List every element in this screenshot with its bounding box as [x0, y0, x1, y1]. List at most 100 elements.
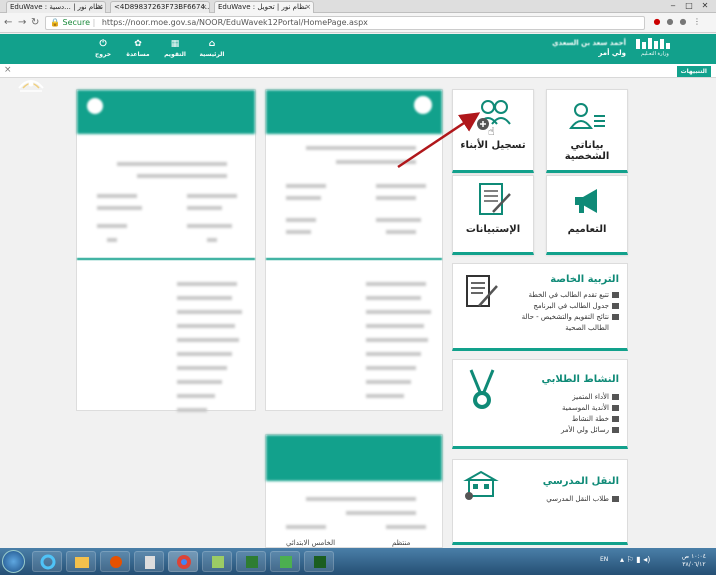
maximize-icon[interactable]: □ [682, 1, 696, 11]
group-icon [612, 496, 619, 502]
tab-title: EduWave : نظام نور | تحويل [218, 3, 307, 11]
nav-home[interactable]: ⌂ الرئيسية [195, 39, 229, 58]
list-item[interactable]: الأداء المتميز [561, 392, 619, 403]
address-bar: ← → ↻ 🔒 Secure | https://noor.moe.gov.sa… [0, 13, 716, 33]
trophy-icon [612, 394, 619, 400]
close-icon[interactable]: × [201, 2, 207, 13]
clock-time: ١٠:٠٤ ص [681, 553, 706, 560]
close-window-icon[interactable]: ✕ [698, 1, 712, 11]
browser-tab-active[interactable]: EduWave : نظام نور | تحويل × [214, 1, 314, 13]
panel-special-education: التربية الخاصة تتبع تقدم الطالب في الخطة… [452, 263, 628, 351]
user-name: أحمد سعد بن السعدي [552, 39, 626, 47]
extension-icon[interactable]: ● [678, 17, 688, 27]
panel-title: النقل المدرسي [542, 476, 619, 487]
camtasia-icon[interactable] [236, 551, 266, 572]
user-info[interactable]: أحمد سعد بن السعدي ولي أمر [526, 39, 626, 57]
tab-title: EduWave : نظام نور | ...دسية [10, 3, 103, 11]
close-icon[interactable]: × [97, 2, 103, 13]
tray-icons[interactable]: ▴ ⚐ ▮ ◂) [620, 555, 650, 564]
megaphone-icon [571, 186, 605, 216]
home-icon: ⌂ [208, 39, 216, 49]
ie-icon[interactable] [32, 551, 62, 572]
list-item[interactable]: تتبع تقدم الطالب في الخطة [522, 290, 619, 301]
folder-icon[interactable] [66, 551, 96, 572]
reload-icon[interactable]: ↻ [31, 17, 39, 28]
user-role: ولي أمر [598, 49, 626, 57]
url-input[interactable]: 🔒 Secure | https://noor.moe.gov.sa/NOOR/… [45, 16, 645, 30]
chart-icon [612, 314, 619, 320]
tile-label: التعاميم [567, 224, 607, 235]
group-icon [612, 405, 619, 411]
student-status: منتظم [392, 539, 411, 547]
school-bus-icon [463, 470, 499, 502]
ministry-logo: وزارة التعـليم [632, 37, 678, 59]
nav-label: التقويم [164, 51, 186, 58]
document-pen-icon [465, 274, 499, 310]
student-card-header [77, 90, 255, 134]
list-item[interactable]: خطة النشاط [561, 414, 619, 425]
url-text: https://noor.moe.gov.sa/NOOR/EduWavek12P… [101, 18, 368, 27]
notifications-label[interactable]: التنبيهات [676, 66, 711, 77]
nav-help[interactable]: ✿ مساعدة [121, 39, 155, 58]
camtasia-icon[interactable] [304, 551, 334, 572]
list-item[interactable]: نتائج التقويم والتشخيص - حالة [522, 312, 619, 323]
calendar-icon: ▦ [170, 39, 180, 49]
app-icon[interactable] [202, 551, 232, 572]
app-icon[interactable] [270, 551, 300, 572]
help-icon: ✿ [134, 39, 142, 49]
browser-tab[interactable]: EduWave : نظام نور | ...دسية × [6, 1, 106, 13]
lock-icon: 🔒 [50, 18, 60, 27]
tile-surveys[interactable]: الإستبيانات [452, 175, 534, 255]
panel-school-transport: النقل المدرسي طلاب النقل المدرسي [452, 459, 628, 545]
main-content: بياناتي الشخصية تسجيل الأبناء التعاميم ا… [0, 79, 716, 548]
nav-label: خروج [94, 51, 112, 58]
panel-list: تتبع تقدم الطالب في الخطة جدول الطالب في… [522, 290, 619, 334]
browser-tab-bar: EduWave : نظام نور | ...دسية × <4D8983726… [0, 0, 716, 13]
close-icon[interactable]: × [305, 2, 311, 13]
person-id-icon [569, 100, 607, 132]
close-icon[interactable]: × [4, 65, 12, 75]
envelope-icon [612, 427, 619, 433]
minimize-icon[interactable]: ‒ [666, 1, 680, 11]
panel-title: النشاط الطلابي [541, 374, 619, 385]
student-card [76, 89, 256, 412]
panel-list: طلاب النقل المدرسي [546, 494, 619, 505]
panel-list: الأداء المتميز الأندية الموسمية خطة النش… [561, 392, 619, 436]
list-item[interactable]: الطالب الصحية [522, 323, 619, 334]
extension-icon[interactable]: ● [665, 17, 675, 27]
student-grade: الخامس الابتدائي [286, 539, 336, 547]
back-icon[interactable]: ← [4, 17, 12, 28]
medal-icon [467, 368, 497, 414]
language-indicator[interactable]: EN [600, 556, 608, 563]
start-button[interactable] [2, 550, 25, 573]
survey-icon [477, 182, 513, 218]
clock-date: ٣٨/٠٦/١٢ [682, 561, 706, 568]
clock[interactable]: ١٠:٠٤ ص ٣٨/٠٦/١٢ [682, 553, 706, 569]
notifications-bar: × التنبيهات [0, 64, 716, 78]
student-card: الخامس الابتدائي منتظم [265, 434, 443, 548]
nav-logout[interactable]: ⏻ خروج [86, 39, 120, 58]
list-item[interactable]: جدول الطالب في البرنامج [522, 301, 619, 312]
extension-icon[interactable]: ● [652, 17, 662, 27]
calendar-icon [612, 303, 619, 309]
list-item[interactable]: طلاب النقل المدرسي [546, 494, 619, 505]
panel-student-activity: النشاط الطلابي الأداء المتميز الأندية ال… [452, 359, 628, 449]
panel-title: التربية الخاصة [550, 274, 619, 285]
nav-calendar[interactable]: ▦ التقويم [158, 39, 192, 58]
nav-label: مساعدة [126, 51, 150, 58]
secure-label: Secure [62, 18, 91, 27]
browser-tab[interactable]: <4D89837263F73BF6674... × [110, 1, 210, 13]
chrome-icon[interactable] [168, 551, 198, 572]
document-icon[interactable] [134, 551, 164, 572]
tile-label: بياناتي الشخصية [564, 140, 610, 162]
tab-title: <4D89837263F73BF6674... [114, 3, 210, 11]
logout-icon: ⏻ [99, 39, 107, 49]
tile-personal-data[interactable]: بياناتي الشخصية [546, 89, 628, 173]
media-player-icon[interactable] [100, 551, 130, 572]
forward-icon[interactable]: → [18, 17, 26, 28]
list-item[interactable]: رسائل ولي الأمر [561, 425, 619, 436]
tile-circulars[interactable]: التعاميم [546, 175, 628, 255]
windows-taskbar: EN ▴ ⚐ ▮ ◂) [0, 548, 716, 575]
menu-icon[interactable]: ⋮ [692, 17, 702, 27]
list-item[interactable]: الأندية الموسمية [561, 403, 619, 414]
